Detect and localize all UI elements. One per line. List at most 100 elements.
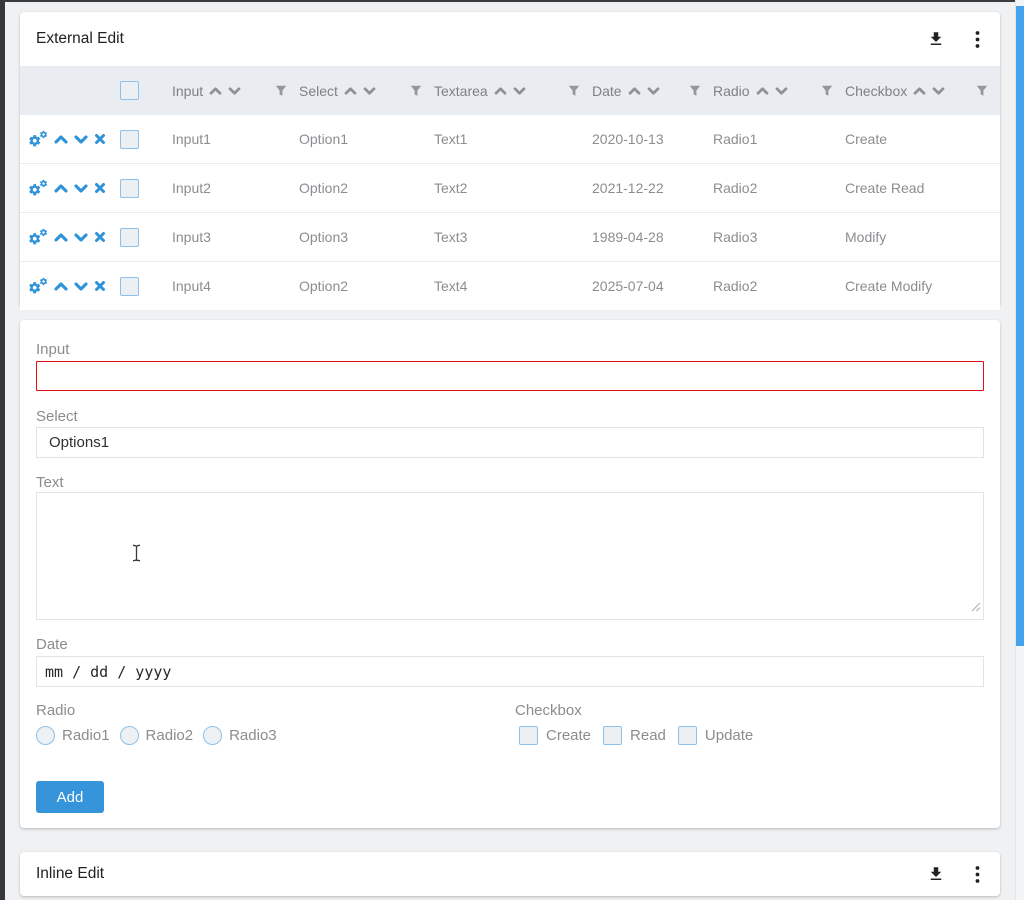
row-checkbox[interactable] bbox=[120, 277, 139, 296]
sort-asc-icon[interactable] bbox=[913, 87, 926, 95]
row-checkbox[interactable] bbox=[120, 179, 139, 198]
row-actions bbox=[20, 277, 112, 295]
card-header: External Edit bbox=[20, 12, 1000, 66]
delete-icon[interactable] bbox=[94, 231, 106, 243]
checkbox-group: Create Read Update bbox=[519, 726, 753, 745]
kebab-menu-icon[interactable] bbox=[975, 866, 980, 883]
checkbox[interactable] bbox=[603, 726, 622, 745]
cell-date: 1989-04-28 bbox=[592, 229, 713, 245]
input-label: Input bbox=[36, 341, 69, 358]
cell-checkbox: Modify bbox=[845, 229, 1000, 245]
checkbox-group-label: Checkbox bbox=[515, 702, 582, 719]
cell-checkbox: Create Modify bbox=[845, 278, 1000, 294]
row-checkbox[interactable] bbox=[120, 228, 139, 247]
download-icon[interactable] bbox=[927, 865, 945, 883]
text-area[interactable] bbox=[36, 492, 984, 620]
settings-icon[interactable] bbox=[28, 228, 48, 246]
checkbox-option-label: Update bbox=[705, 727, 753, 744]
checkbox[interactable] bbox=[678, 726, 697, 745]
move-down-icon[interactable] bbox=[74, 282, 88, 291]
move-up-icon[interactable] bbox=[54, 135, 68, 144]
filter-icon[interactable] bbox=[275, 85, 287, 97]
sort-desc-icon[interactable] bbox=[228, 87, 241, 95]
scrollbar-track[interactable] bbox=[1015, 0, 1024, 900]
select-all-checkbox[interactable] bbox=[120, 81, 139, 100]
radio-button[interactable] bbox=[36, 726, 55, 745]
filter-icon[interactable] bbox=[689, 85, 701, 97]
column-label: Select bbox=[299, 83, 338, 99]
kebab-menu-icon[interactable] bbox=[975, 31, 980, 48]
sort-asc-icon[interactable] bbox=[209, 87, 222, 95]
move-down-icon[interactable] bbox=[74, 135, 88, 144]
move-down-icon[interactable] bbox=[74, 184, 88, 193]
row-checkbox-cell bbox=[112, 130, 172, 149]
select-label: Select bbox=[36, 408, 78, 425]
table-row: Input4 Option2 Text4 2025-07-04 Radio2 C… bbox=[20, 262, 1000, 310]
date-placeholder: mm / dd / yyyy bbox=[45, 663, 171, 681]
column-header-radio: Radio bbox=[713, 83, 845, 99]
delete-icon[interactable] bbox=[94, 280, 106, 292]
column-label: Input bbox=[172, 83, 203, 99]
card-toolbar bbox=[927, 865, 980, 883]
cell-checkbox: Create Read bbox=[845, 180, 1000, 196]
row-actions bbox=[20, 130, 112, 148]
filter-icon[interactable] bbox=[976, 85, 988, 97]
radio-button[interactable] bbox=[120, 726, 139, 745]
text-cursor-icon bbox=[132, 544, 141, 567]
select-field[interactable]: Options1 bbox=[36, 427, 984, 458]
card-title: Inline Edit bbox=[36, 865, 104, 883]
select-value: Options1 bbox=[49, 434, 109, 451]
resize-handle-icon[interactable] bbox=[970, 599, 981, 617]
cell-date: 2020-10-13 bbox=[592, 131, 713, 147]
left-edge-dark-strip bbox=[0, 0, 5, 900]
move-down-icon[interactable] bbox=[74, 233, 88, 242]
checkbox-option: Read bbox=[603, 726, 666, 745]
scrollbar-thumb[interactable] bbox=[1016, 6, 1024, 646]
cell-select: Option2 bbox=[299, 278, 434, 294]
cell-input: Input2 bbox=[172, 180, 299, 196]
add-button[interactable]: Add bbox=[36, 781, 104, 813]
column-label: Radio bbox=[713, 83, 750, 99]
sort-asc-icon[interactable] bbox=[344, 87, 357, 95]
row-checkbox-cell bbox=[112, 228, 172, 247]
download-icon[interactable] bbox=[927, 30, 945, 48]
sort-asc-icon[interactable] bbox=[494, 87, 507, 95]
radio-group-label: Radio bbox=[36, 702, 75, 719]
input-field[interactable] bbox=[36, 361, 984, 391]
radio-button[interactable] bbox=[203, 726, 222, 745]
filter-icon[interactable] bbox=[568, 85, 580, 97]
sort-asc-icon[interactable] bbox=[628, 87, 641, 95]
card-header: Inline Edit bbox=[20, 852, 1000, 896]
sort-desc-icon[interactable] bbox=[775, 87, 788, 95]
delete-icon[interactable] bbox=[94, 182, 106, 194]
filter-icon[interactable] bbox=[821, 85, 833, 97]
settings-icon[interactable] bbox=[28, 130, 48, 148]
sort-desc-icon[interactable] bbox=[647, 87, 660, 95]
settings-icon[interactable] bbox=[28, 277, 48, 295]
move-up-icon[interactable] bbox=[54, 184, 68, 193]
row-actions bbox=[20, 228, 112, 246]
move-up-icon[interactable] bbox=[54, 233, 68, 242]
cell-date: 2025-07-04 bbox=[592, 278, 713, 294]
cell-radio: Radio2 bbox=[713, 278, 845, 294]
column-header-checkbox: Checkbox bbox=[845, 83, 1000, 99]
move-up-icon[interactable] bbox=[54, 282, 68, 291]
sort-desc-icon[interactable] bbox=[513, 87, 526, 95]
sort-desc-icon[interactable] bbox=[932, 87, 945, 95]
settings-icon[interactable] bbox=[28, 179, 48, 197]
column-label: Checkbox bbox=[845, 83, 907, 99]
date-field[interactable]: mm / dd / yyyy bbox=[36, 656, 984, 687]
column-header-input: Input bbox=[172, 83, 299, 99]
column-label: Textarea bbox=[434, 83, 488, 99]
row-checkbox[interactable] bbox=[120, 130, 139, 149]
sort-desc-icon[interactable] bbox=[363, 87, 376, 95]
filter-icon[interactable] bbox=[410, 85, 422, 97]
checkbox[interactable] bbox=[519, 726, 538, 745]
column-header-select: Select bbox=[299, 83, 434, 99]
cell-radio: Radio1 bbox=[713, 131, 845, 147]
table-row: Input1 Option1 Text1 2020-10-13 Radio1 C… bbox=[20, 115, 1000, 164]
delete-icon[interactable] bbox=[94, 133, 106, 145]
table-header-row: Input Select Textarea Date Radio bbox=[20, 66, 1000, 115]
add-record-form-card: Input Select Options1 Text Date mm / dd … bbox=[20, 320, 1000, 828]
sort-asc-icon[interactable] bbox=[756, 87, 769, 95]
